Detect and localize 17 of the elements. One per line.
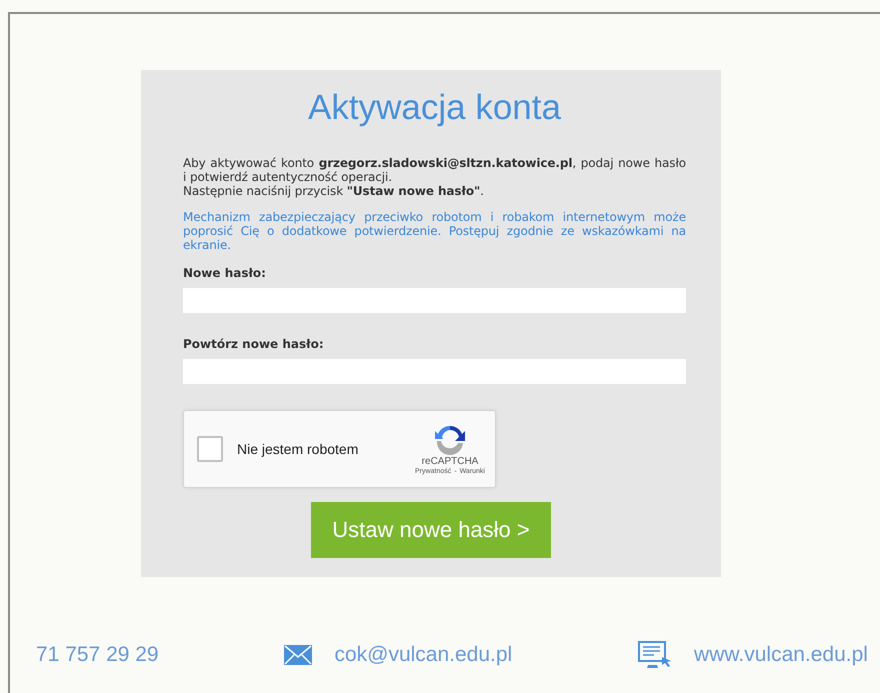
page-title: Aktywacja konta	[307, 88, 562, 128]
instruction-text: Aby aktywować konto grzegorz.sladowski@sltzn.katowice.pl, podaj nowe hasło i potwierdź autentyczność operacji.	[183, 156, 686, 184]
notice-text: Mechanizm zabezpieczający przeciwko robotom i robakom internetowym może poprosić Cię o dodatkowe potwierdzenie. Postępuj zgodnie ze wskazówkami na ekranie.	[183, 210, 686, 252]
contact-text: 71 757 29 29	[36, 643, 159, 667]
recaptcha-brand: reCAPTCHA	[422, 456, 478, 467]
captcha-label: Nie jestem robotem	[237, 441, 360, 457]
password-field[interactable]	[183, 288, 686, 313]
password-field[interactable]	[183, 359, 686, 384]
captcha-checkbox[interactable]	[197, 436, 223, 462]
recaptcha-logo-icon	[434, 423, 466, 455]
envelope-icon	[284, 645, 312, 665]
computer-screen-icon	[638, 641, 672, 669]
field-label: Nowe hasło:	[183, 266, 267, 280]
instruction-text: Następnie naciśnij przycisk "Ustaw nowe hasło".	[183, 184, 485, 198]
contact-text: www.vulcan.edu.pl	[694, 643, 868, 667]
contact-text: cok@vulcan.edu.pl	[334, 643, 512, 667]
field-label: Powtórz nowe hasło:	[183, 337, 325, 351]
